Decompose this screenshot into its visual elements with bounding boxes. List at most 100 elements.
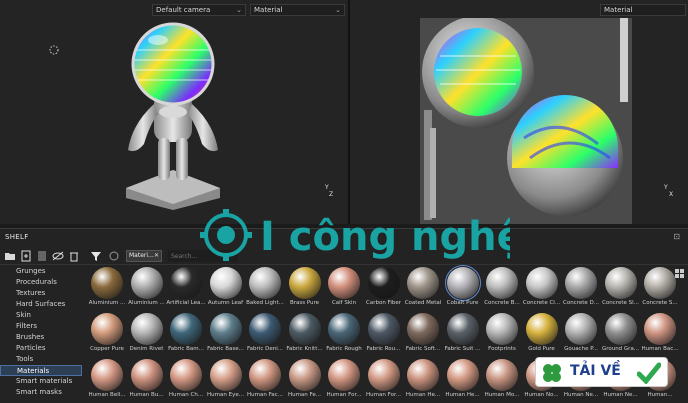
active-filter-chip[interactable]: Materi... ✕ [126,250,162,262]
material-item[interactable]: Fabric Rough [325,313,363,358]
material-item[interactable]: Autumn Leaf [207,267,245,312]
material-item[interactable]: Fabric Deni... [246,313,284,358]
material-item[interactable]: Human Bac... [641,313,679,358]
material-preview [328,267,360,299]
new-resource-icon[interactable] [20,250,32,262]
shelf-category-item[interactable]: Skin [0,310,82,321]
material-item[interactable]: Human Eye... [207,359,245,403]
material-item[interactable]: Human For... [325,359,363,403]
grid-view-icon[interactable] [675,269,684,278]
material-label: Gouache P... [564,346,598,352]
material-item[interactable]: Aluminium ... [128,267,166,312]
material-item[interactable]: Concrete Cl... [523,267,561,312]
delete-icon[interactable] [68,250,80,262]
chevron-down-icon: ⌄ [335,6,341,14]
material-item[interactable]: Brass Pure [286,267,324,312]
material-item[interactable]: Concrete Sl... [602,267,640,312]
viewport-3d[interactable]: Default camera ⌄ Material ⌄ Y Z [0,0,348,224]
axis-z-label: Z [329,191,334,198]
material-preview [288,267,321,299]
document-icon[interactable] [36,250,48,262]
material-preview [604,313,637,345]
shelf-category-item[interactable]: Filters [0,321,82,332]
material-preview [209,313,242,345]
material-label: Human Ch... [168,392,204,398]
material-label: Baked Light... [246,300,284,306]
material-item[interactable]: Human For... [365,359,403,403]
shelf-category-item[interactable]: Materials [0,365,82,376]
folder-icon[interactable] [4,250,16,262]
material-preview [91,359,123,391]
material-item[interactable]: Concrete B... [483,267,521,312]
material-item[interactable]: Calf Skin [325,267,363,312]
material-preview [604,267,637,299]
material-preview [288,359,321,391]
material-item[interactable]: Human He... [444,359,482,403]
material-item[interactable]: Human Bell... [88,359,126,403]
axis-x-label-2d: X [669,191,674,198]
filter-icon[interactable] [90,250,102,262]
close-icon[interactable]: ✕ [154,251,159,261]
material-item[interactable]: Fabric Soft... [404,313,442,358]
material-item[interactable]: Human Bu... [128,359,166,403]
channel-dropdown-3d-value: Material [254,6,283,14]
material-item[interactable]: Human Fac... [246,359,284,403]
material-item[interactable]: Fabric Rou... [365,313,403,358]
light-gizmo-icon[interactable] [48,44,60,56]
material-item[interactable]: Fabric Base... [207,313,245,358]
material-item[interactable]: Human He... [404,359,442,403]
material-preview [565,267,597,299]
material-item[interactable]: Fabric Suit ... [444,313,482,358]
clover-icon [543,364,561,382]
material-item[interactable]: Copper Pure [88,313,126,358]
material-item[interactable]: Human Fe... [286,359,324,403]
material-item[interactable]: Artificial Lea... [166,267,206,312]
material-label: Fabric Soft... [405,346,441,352]
material-label: Human Eye... [207,392,244,398]
material-item[interactable]: Cobalt Pure [444,265,482,312]
material-preview [446,313,479,345]
shelf-category-item[interactable]: Smart materials [0,376,82,387]
shelf-category-item[interactable]: Tools [0,354,82,365]
channel-dropdown-2d[interactable]: Material [600,4,686,16]
material-item[interactable]: Human Ch... [167,359,205,403]
material-item[interactable]: Ground Gra... [602,313,640,358]
material-item[interactable]: Fabric Knitt... [286,313,324,358]
shelf-category-item[interactable]: Procedurals [0,277,82,288]
material-label: Concrete Sl... [602,300,639,306]
material-item[interactable]: Denim Rivet [128,313,166,358]
chevron-down-icon: ⌄ [236,6,242,14]
material-item[interactable]: Coated Metal [404,267,442,312]
material-item[interactable]: Concrete S... [641,267,679,312]
channel-dropdown-2d-value: Material [604,6,633,14]
camera-dropdown[interactable]: Default camera ⌄ [152,4,246,16]
shelf-category-item[interactable]: Brushes [0,332,82,343]
material-preview [130,359,163,391]
viewport-2d[interactable]: Material Y X [350,0,688,224]
material-label: Human He... [445,392,480,398]
material-item[interactable]: Baked Light... [246,267,284,312]
material-item[interactable]: Carbon Fiber [365,267,403,312]
material-item[interactable]: Gold Pure [523,313,561,358]
circle-toggle-icon[interactable] [108,250,120,262]
shelf-category-item[interactable]: Particles [0,343,82,354]
material-item[interactable]: Aluminium ... [88,267,126,312]
shelf-category-item[interactable]: Hard Surfaces [0,299,82,310]
hide-icon[interactable] [52,250,64,262]
material-item[interactable]: Human Mo... [483,359,521,403]
download-label: TẢI VỀ [570,363,621,379]
material-item[interactable]: Gouache P... [562,313,600,358]
material-item[interactable]: Fabric Bam... [167,313,205,358]
shelf-category-item[interactable]: Smart masks [0,387,82,398]
checkmark-icon [637,362,661,384]
channel-dropdown-3d[interactable]: Material ⌄ [250,4,345,16]
panel-collapse-icon[interactable]: ⊡ [673,232,680,241]
shelf-category-item[interactable]: Grunges [0,266,82,277]
material-label: Fabric Deni... [247,346,283,352]
material-item[interactable]: Footprints [483,313,521,358]
download-badge[interactable]: TẢI VỀ [535,357,668,387]
material-item[interactable]: Concrete D... [562,267,600,312]
material-preview [130,313,163,345]
shelf-category-item[interactable]: Textures [0,288,82,299]
material-preview [565,313,597,345]
